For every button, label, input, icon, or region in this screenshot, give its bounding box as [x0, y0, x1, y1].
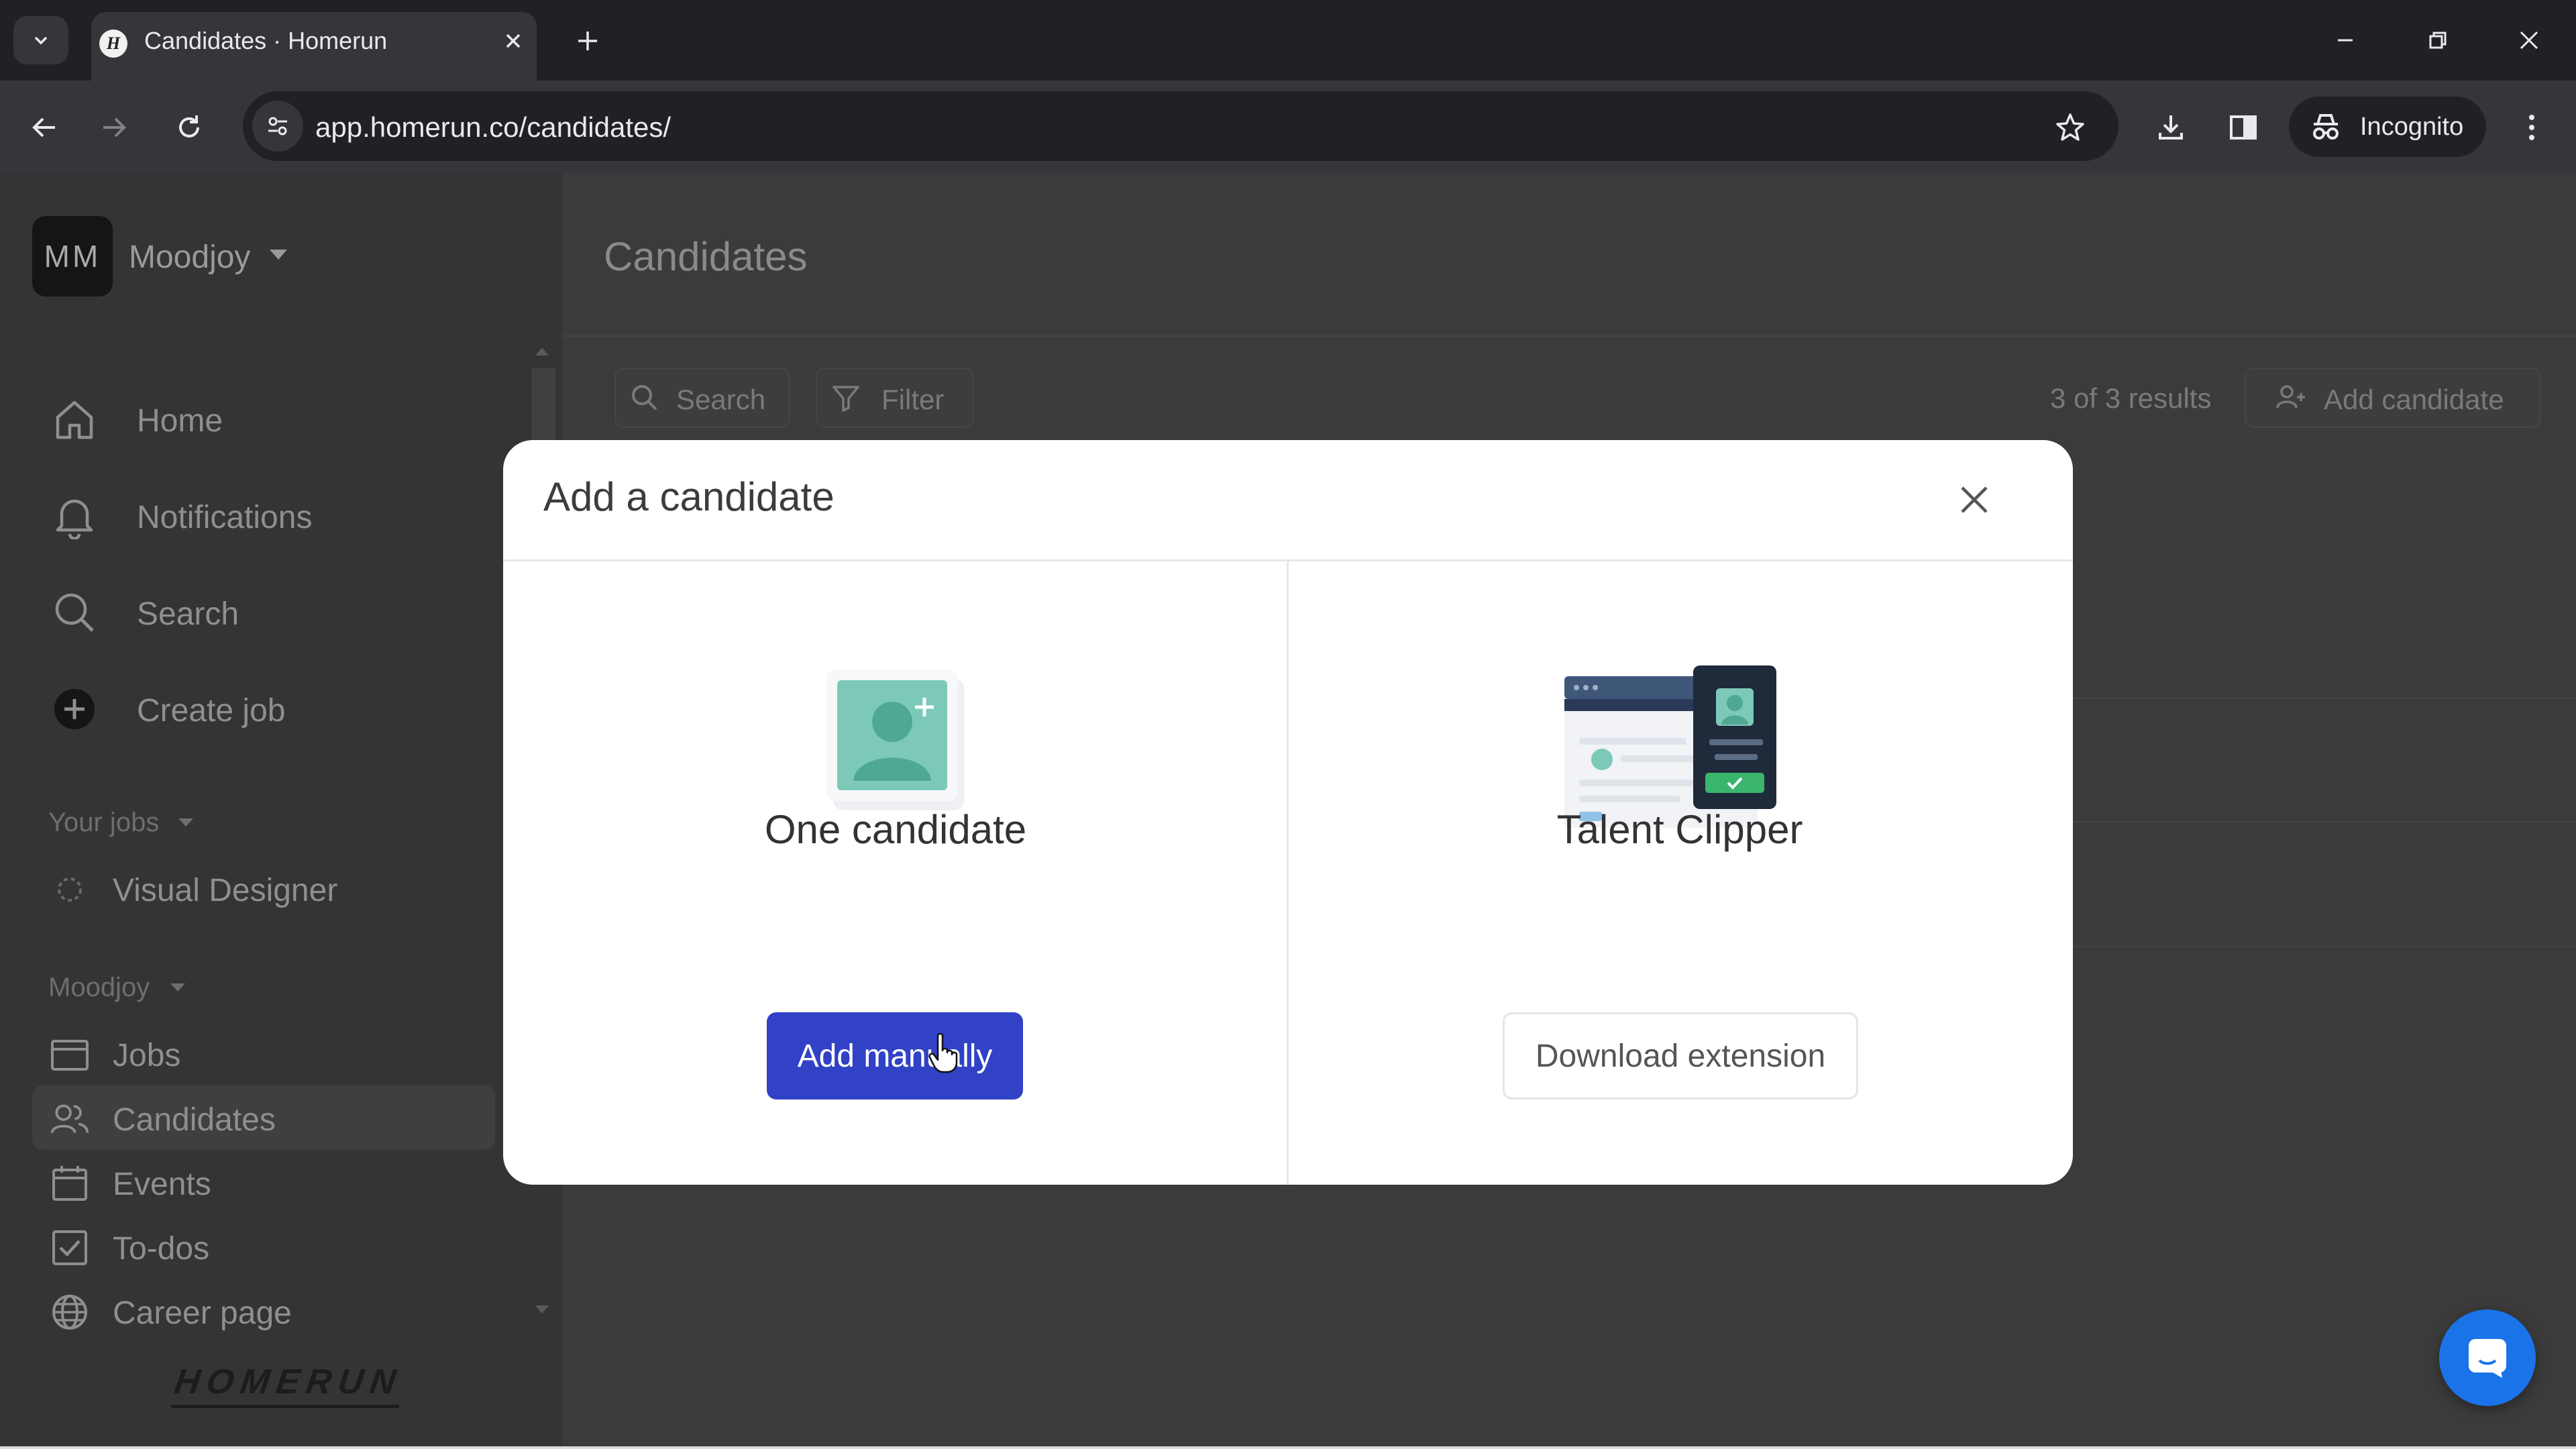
draft-status-icon [50, 869, 90, 910]
caret-down-icon [270, 250, 287, 260]
checkbox-icon [50, 1228, 90, 1268]
sidebar-item-label: Candidates [113, 1102, 276, 1138]
sidebar-item-home[interactable]: Home [40, 381, 523, 455]
incognito-label: Incognito [2360, 113, 2464, 141]
row-divider [2033, 946, 2576, 947]
plus-circle-icon [51, 686, 98, 733]
sidebar-item-label: Notifications [137, 500, 313, 535]
close-window-button[interactable] [2509, 20, 2549, 60]
sidebar-item-candidates[interactable]: Candidates [32, 1085, 495, 1150]
people-icon [50, 1099, 90, 1139]
side-panel-icon [2230, 115, 2257, 140]
job-item-label: Visual Designer [113, 873, 338, 908]
tune-icon [268, 117, 287, 136]
scroll-down-arrow-icon[interactable] [535, 1305, 549, 1313]
sidebar-item-label: Home [137, 403, 223, 439]
reload-icon [179, 115, 199, 138]
job-item-visual-designer[interactable]: Visual Designer [32, 856, 495, 920]
scroll-up-arrow-icon[interactable] [535, 347, 549, 356]
homerun-favicon-icon: H [99, 30, 127, 58]
chat-icon [2469, 1339, 2506, 1378]
modal-title: Add a candidate [543, 474, 835, 519]
sidebar-item-label: Events [113, 1167, 211, 1202]
minimize-icon [2338, 39, 2353, 42]
calendar-icon [50, 1163, 90, 1203]
window-bottom-edge [0, 1446, 2576, 1449]
search-label: Search [676, 384, 766, 415]
homerun-logo: HOMERUN [171, 1362, 405, 1408]
caret-down-icon [170, 983, 185, 991]
download-extension-button[interactable]: Download extension [1503, 1012, 1858, 1099]
close-icon [2520, 31, 2538, 50]
new-tab-button[interactable] [568, 24, 608, 58]
home-icon [51, 396, 98, 443]
side-panel-button[interactable] [2222, 106, 2265, 149]
globe-icon [50, 1292, 90, 1332]
bookmark-button[interactable] [2049, 106, 2092, 149]
modal-column-divider [1287, 561, 1289, 1185]
sidebar-item-label: Create job [137, 693, 286, 729]
arrow-left-icon [32, 117, 55, 138]
sidebar-item-label: To-dos [113, 1231, 210, 1267]
row-divider [2033, 821, 2576, 822]
bell-icon [51, 492, 98, 539]
modal-close-button[interactable] [1944, 470, 2004, 530]
close-icon [1961, 486, 1988, 513]
sidebar-item-label: Jobs [113, 1038, 181, 1073]
sidebar-item-notifications[interactable]: Notifications [40, 478, 523, 551]
close-icon [506, 34, 521, 48]
add-person-icon [2275, 382, 2306, 413]
more-vertical-icon [2529, 115, 2534, 140]
tab-title: Candidates · Homerun [144, 27, 388, 54]
site-info-button[interactable] [252, 101, 303, 152]
sidebar-item-label: Career page [113, 1295, 292, 1331]
sidebar-item-events[interactable]: Events [32, 1150, 495, 1214]
add-candidate-label: Add candidate [2324, 384, 2504, 415]
minimize-window-button[interactable] [2325, 20, 2365, 60]
back-button[interactable] [23, 106, 66, 149]
org-avatar[interactable]: MM [32, 216, 113, 297]
restore-window-button[interactable] [2418, 20, 2458, 60]
browser-menu-button[interactable] [2510, 106, 2553, 149]
page-title: Candidates [604, 234, 808, 279]
row-divider [2033, 698, 2576, 699]
header-divider [562, 335, 2576, 337]
talent-clipper-title: Talent Clipper [1556, 807, 1803, 852]
hand-pointer-cursor-icon [928, 1032, 959, 1073]
sidebar-item-jobs[interactable]: Jobs [32, 1021, 495, 1085]
briefcase-icon [50, 1034, 90, 1075]
restore-icon [2429, 32, 2447, 49]
workspace-section-label[interactable]: Moodjoy [48, 973, 150, 1003]
chevron-down-icon [34, 36, 48, 45]
one-candidate-title: One candidate [764, 807, 1027, 852]
your-jobs-section-label[interactable]: Your jobs [48, 808, 159, 838]
plus-icon [578, 32, 597, 50]
incognito-icon [2308, 110, 2344, 144]
caret-down-icon [178, 818, 193, 826]
forward-button[interactable] [93, 106, 136, 149]
results-count: 3 of 3 results [2050, 382, 2212, 414]
star-icon [2056, 113, 2084, 141]
add-manually-button[interactable]: Add manually [767, 1012, 1023, 1099]
sidebar-item-create-job[interactable]: Create job [40, 671, 523, 745]
chat-launcher-button[interactable] [2439, 1309, 2536, 1406]
download-icon [2159, 115, 2183, 140]
sidebar-item-career-page[interactable]: Career page [32, 1279, 495, 1343]
reload-button[interactable] [168, 106, 211, 149]
sidebar-item-label: Search [137, 596, 239, 632]
org-switcher[interactable]: Moodjoy [129, 239, 250, 276]
search-icon [51, 589, 98, 636]
tab-close-button[interactable] [496, 24, 530, 58]
search-icon [629, 382, 660, 413]
person-card-illustration [818, 661, 974, 817]
filter-label: Filter [881, 384, 945, 415]
filter-icon [830, 382, 861, 413]
arrow-right-icon [103, 117, 126, 138]
sidebar-item-to-dos[interactable]: To-dos [32, 1214, 495, 1279]
add-candidate-modal: Add a candidate One candidate Add manual… [503, 440, 2073, 1185]
tab-search-button[interactable] [13, 16, 68, 64]
sidebar-item-search[interactable]: Search [40, 574, 523, 648]
url-text: app.homerun.co/candidates/ [315, 111, 672, 143]
downloads-button[interactable] [2149, 106, 2192, 149]
